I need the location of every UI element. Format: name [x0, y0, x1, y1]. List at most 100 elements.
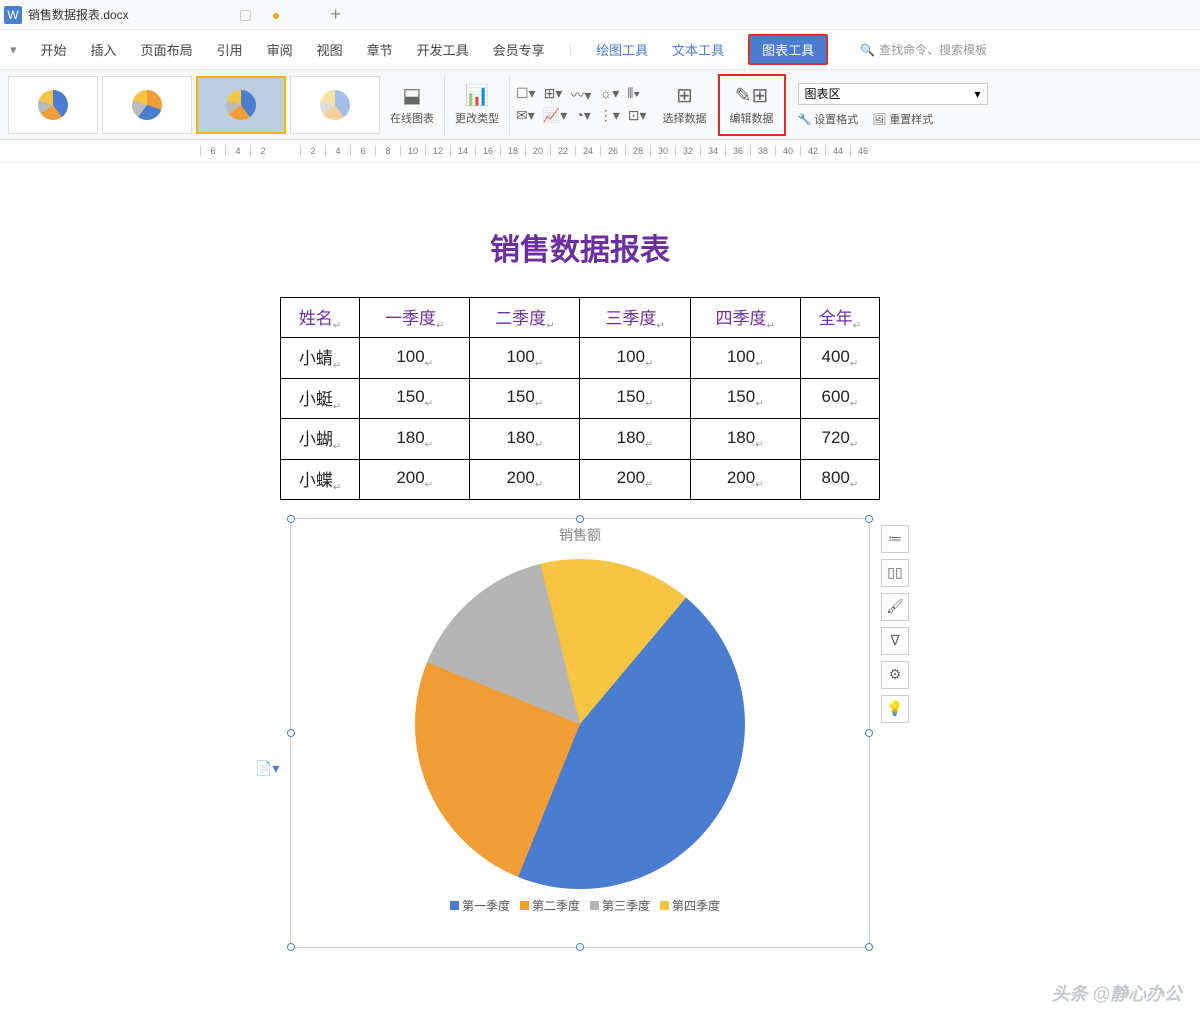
- table-cell: 150↵: [360, 378, 470, 418]
- chart-element-grid: ☐▾ ⊞▾ 〰▾ ☼▾ ⦀▾ ✉▾ 📈▾ ◔▾ ⋮▾ ⊡▾: [510, 85, 653, 124]
- menu-insert[interactable]: 插入: [91, 40, 117, 59]
- table-cell: 200↵: [360, 459, 470, 499]
- menu-section[interactable]: 章节: [367, 40, 393, 59]
- chart-style-4[interactable]: [290, 76, 380, 134]
- chart-title: 销售额: [291, 519, 869, 551]
- chart-hint-icon[interactable]: 💡: [881, 695, 909, 723]
- chart-side-toolbar: ≔ ▯▯ 🖌 ∇ ⚙ 💡: [881, 525, 909, 723]
- table-cell: 100↵: [690, 338, 800, 378]
- table-cell: 400↵: [800, 338, 879, 378]
- table-cell: 150↵: [690, 378, 800, 418]
- table-cell: 小蝴↵: [281, 419, 360, 459]
- chart-settings-icon[interactable]: ⚙: [881, 661, 909, 689]
- presentation-mode-icon[interactable]: ▢: [239, 6, 252, 23]
- file-dropdown-icon[interactable]: ▾: [10, 42, 17, 58]
- select-data-icon: ⊞: [676, 83, 693, 108]
- element-icon[interactable]: ⊞▾: [544, 85, 563, 105]
- menu-view[interactable]: 视图: [317, 40, 343, 59]
- command-search[interactable]: 🔍 查找命令、搜索模板: [860, 41, 987, 58]
- menu-devtools[interactable]: 开发工具: [417, 40, 469, 59]
- table-row: 小蜓↵150↵150↵150↵150↵600↵: [281, 378, 880, 418]
- table-cell: 600↵: [800, 378, 879, 418]
- page-options-icon[interactable]: 📄▾: [255, 760, 279, 777]
- chart-layout-icon[interactable]: ≔: [881, 525, 909, 553]
- element-icon[interactable]: ☼▾: [599, 85, 619, 105]
- menu-text-tools[interactable]: 文本工具: [672, 40, 724, 59]
- resize-handle[interactable]: [865, 729, 873, 737]
- set-format-button[interactable]: 🔧 设置格式: [798, 111, 859, 127]
- resize-handle[interactable]: [576, 515, 584, 523]
- element-icon[interactable]: 📈▾: [543, 107, 567, 124]
- document-title: 销售数据报表.docx: [28, 6, 129, 23]
- table-cell: 小蜓↵: [281, 378, 360, 418]
- chart-type-icon[interactable]: ▯▯: [881, 559, 909, 587]
- chart-style-1[interactable]: [8, 76, 98, 134]
- table-cell: 小蝶↵: [281, 459, 360, 499]
- edit-data-icon: ✎⊞: [735, 83, 769, 108]
- edit-data-button[interactable]: ✎⊞ 编辑数据: [718, 74, 786, 136]
- chart-style-3[interactable]: [196, 76, 286, 134]
- table-header: 四季度↵: [690, 298, 800, 338]
- element-icon[interactable]: ⦀▾: [627, 85, 640, 105]
- chart-element-dropdown[interactable]: 图表区 ▾: [798, 83, 988, 105]
- search-icon: 🔍: [860, 43, 875, 57]
- menu-member[interactable]: 会员专享: [493, 40, 545, 59]
- resize-handle[interactable]: [287, 515, 295, 523]
- table-cell: 200↵: [470, 459, 580, 499]
- online-chart-button[interactable]: ⬓ 在线图表: [380, 74, 445, 136]
- change-type-icon: 📊: [465, 83, 490, 108]
- menu-review[interactable]: 审阅: [267, 40, 293, 59]
- table-cell: 200↵: [580, 459, 690, 499]
- chart-style-2[interactable]: [102, 76, 192, 134]
- table-cell: 720↵: [800, 419, 879, 459]
- menu-drawing-tools[interactable]: 绘图工具: [596, 40, 648, 59]
- select-data-button[interactable]: ⊞ 选择数据: [653, 74, 718, 136]
- change-type-button[interactable]: 📊 更改类型: [445, 74, 510, 136]
- resize-handle[interactable]: [865, 515, 873, 523]
- ribbon-toolbar: ⬓ 在线图表 📊 更改类型 ☐▾ ⊞▾ 〰▾ ☼▾ ⦀▾ ✉▾ 📈▾ ◔▾ ⋮▾ ⊡▾ ⊞ 选择…: [0, 70, 1200, 140]
- table-header: 全年↵: [800, 298, 879, 338]
- titlebar: W 销售数据报表.docx ▢ ● +: [0, 0, 1200, 30]
- table-cell: 180↵: [360, 419, 470, 459]
- resize-handle[interactable]: [576, 943, 584, 951]
- search-placeholder: 查找命令、搜索模板: [879, 41, 987, 58]
- element-icon[interactable]: ⋮▾: [599, 107, 620, 124]
- menu-chart-tools[interactable]: 图表工具: [748, 34, 828, 65]
- element-icon[interactable]: 〰▾: [570, 85, 591, 105]
- change-type-label: 更改类型: [455, 110, 499, 126]
- menu-layout[interactable]: 页面布局: [141, 40, 193, 59]
- resize-handle[interactable]: [287, 943, 295, 951]
- app-icon: W: [4, 6, 22, 24]
- new-tab-button[interactable]: +: [330, 4, 341, 25]
- chart-element-selector-group: 图表区 ▾ 🔧 设置格式 🖼 重置样式: [798, 83, 988, 127]
- chart-object[interactable]: 销售额 第一季度第二季度第三季度第四季度 ≔ ▯▯ 🖌 ∇ ⚙ 💡: [290, 518, 870, 948]
- table-cell: 200↵: [690, 459, 800, 499]
- online-chart-label: 在线图表: [390, 110, 434, 126]
- online-chart-icon: ⬓: [403, 83, 422, 108]
- element-icon[interactable]: ⊡▾: [628, 107, 647, 124]
- menu-start[interactable]: 开始: [41, 40, 67, 59]
- table-row: 小蜻↵100↵100↵100↵100↵400↵: [281, 338, 880, 378]
- menu-references[interactable]: 引用: [217, 40, 243, 59]
- table-cell: 小蜻↵: [281, 338, 360, 378]
- chart-style-gallery: [8, 76, 380, 134]
- element-icon[interactable]: ✉▾: [516, 107, 535, 124]
- table-cell: 150↵: [470, 378, 580, 418]
- menubar: ▾ 开始 插入 页面布局 引用 审阅 视图 章节 开发工具 会员专享 | 绘图工…: [0, 30, 1200, 70]
- table-row: 小蝴↵180↵180↵180↵180↵720↵: [281, 419, 880, 459]
- chart-style-icon[interactable]: 🖌: [881, 593, 909, 621]
- pie-chart[interactable]: [415, 559, 745, 889]
- table-row: 小蝶↵200↵200↵200↵200↵800↵: [281, 459, 880, 499]
- edit-data-label: 编辑数据: [730, 110, 774, 126]
- element-icon[interactable]: ☐▾: [516, 85, 536, 105]
- table-cell: 100↵: [470, 338, 580, 378]
- table-cell: 180↵: [580, 419, 690, 459]
- table-cell: 100↵: [580, 338, 690, 378]
- table-header: 姓名↵: [281, 298, 360, 338]
- chart-filter-icon[interactable]: ∇: [881, 627, 909, 655]
- element-icon[interactable]: ◔▾: [575, 107, 590, 124]
- horizontal-ruler[interactable]: 6422468101214161820222426283032343638404…: [0, 140, 1200, 162]
- reset-style-button[interactable]: 🖼 重置样式: [872, 111, 933, 127]
- resize-handle[interactable]: [865, 943, 873, 951]
- resize-handle[interactable]: [287, 729, 295, 737]
